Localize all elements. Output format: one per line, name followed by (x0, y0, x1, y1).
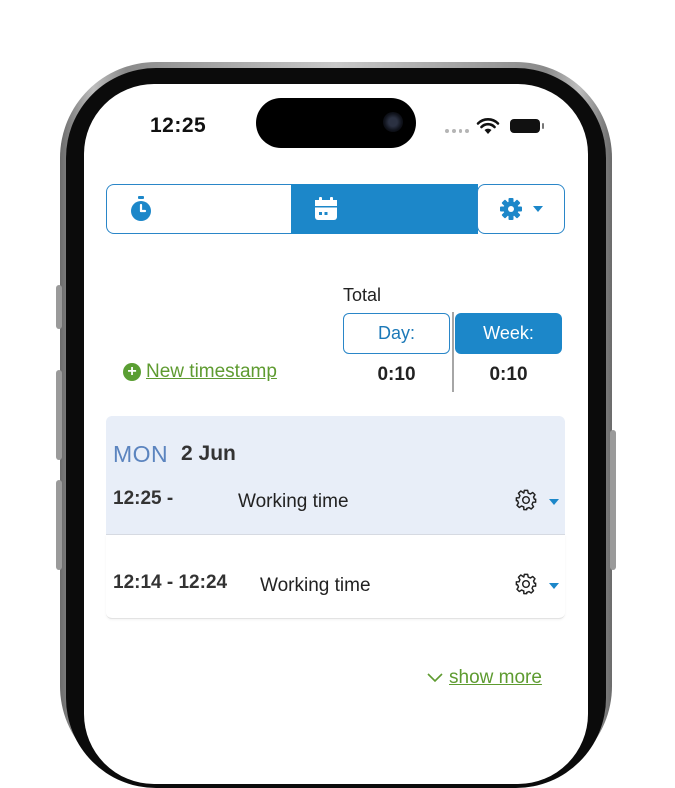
totals-divider (452, 312, 454, 392)
chevron-down-icon[interactable] (549, 499, 559, 505)
entry-time: 12:25 - (113, 488, 174, 509)
side-button (610, 430, 616, 570)
camera-icon (383, 112, 403, 132)
entry-time: 12:14 - 12:24 (113, 572, 228, 593)
weekday-label: MON (113, 441, 169, 467)
new-timestamp-link[interactable]: + New timestamp (123, 361, 277, 383)
status-time: 12:25 (150, 114, 207, 137)
plus-circle-icon: + (123, 363, 141, 381)
week-total-value: 0:10 (489, 364, 528, 385)
calendar-icon (315, 197, 337, 220)
side-button (56, 285, 62, 329)
show-more-link[interactable]: show more (427, 667, 542, 689)
entry-type: Working time (238, 491, 349, 512)
battery-icon (510, 119, 544, 133)
entry-settings-gear-icon[interactable] (515, 573, 537, 595)
show-more-label[interactable]: show more (449, 667, 542, 689)
entry-settings-gear-icon[interactable] (515, 489, 537, 511)
chevron-down-icon (427, 673, 443, 683)
stopwatch-icon (131, 196, 151, 221)
gear-icon (500, 198, 522, 220)
entry-type: Working time (260, 575, 371, 596)
day-total-value: 0:10 (377, 364, 416, 385)
side-button (56, 480, 62, 570)
date-label: 2 Jun (181, 442, 236, 465)
week-total-button[interactable]: Week: (455, 313, 562, 354)
cellular-signal-icon (445, 129, 469, 133)
day-total-button[interactable]: Day: (343, 313, 450, 354)
wifi-icon (476, 118, 500, 134)
settings-dropdown-button[interactable] (477, 184, 565, 234)
day-card (106, 416, 565, 535)
side-button (56, 370, 62, 460)
total-label: Total (343, 285, 382, 305)
new-timestamp-label[interactable]: New timestamp (146, 361, 277, 383)
timer-tab[interactable] (106, 184, 292, 234)
chevron-down-icon (533, 206, 543, 212)
calendar-tab[interactable] (291, 184, 478, 234)
chevron-down-icon[interactable] (549, 583, 559, 589)
